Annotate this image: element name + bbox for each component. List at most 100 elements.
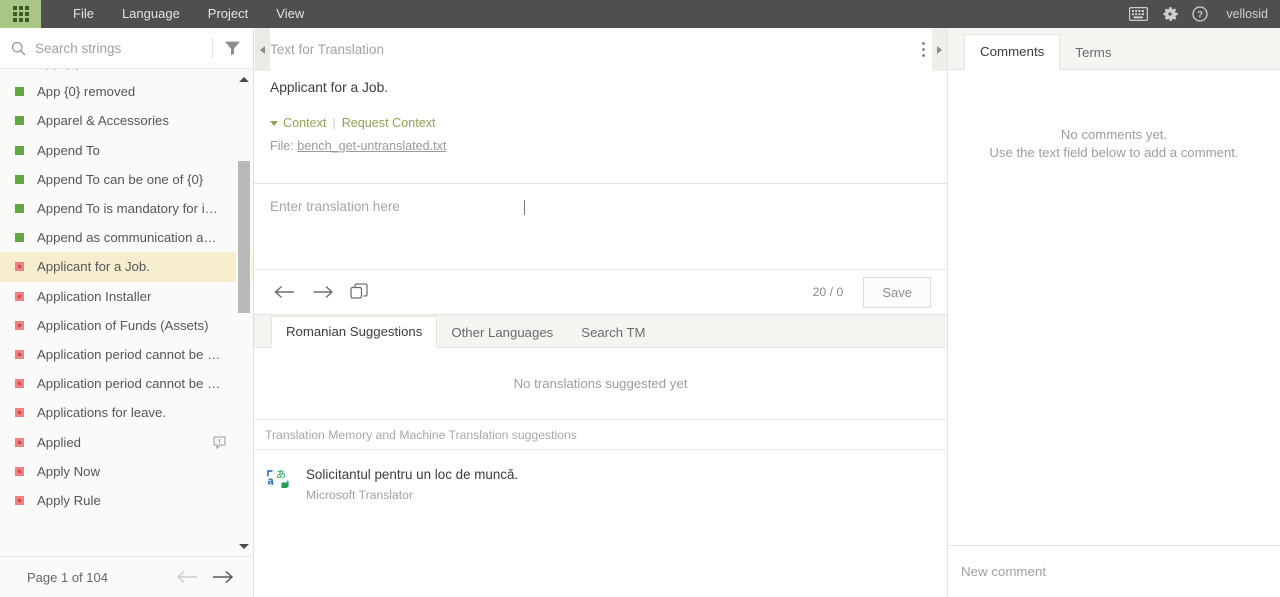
menu-item-language[interactable]: Language xyxy=(108,0,194,28)
status-dot-untranslated xyxy=(15,349,24,359)
search-icon xyxy=(0,41,35,56)
copy-source-icon[interactable] xyxy=(350,282,388,302)
list-item[interactable]: Apply Now xyxy=(0,457,253,486)
pagination-buttons xyxy=(176,570,253,584)
svg-text:a: a xyxy=(268,476,275,488)
status-dot-translated xyxy=(15,145,24,155)
source-text-box: Applicant for a Job. Context | Request C… xyxy=(254,70,947,184)
list-item-label: Append To xyxy=(37,142,100,158)
list-item[interactable]: Append as communication against t... xyxy=(0,223,253,252)
collapse-comments-handle[interactable] xyxy=(932,28,947,71)
list-item-label: Apply Rule xyxy=(37,492,101,508)
previous-string-button[interactable] xyxy=(274,285,312,299)
divider: | xyxy=(332,116,336,130)
file-link[interactable]: bench_get-untranslated.txt xyxy=(297,139,446,153)
chevron-left-icon xyxy=(260,45,265,54)
text-cursor xyxy=(524,200,525,215)
collapse-sidebar-handle[interactable] xyxy=(255,28,270,71)
comment-icon[interactable] xyxy=(213,435,226,449)
list-item-selected[interactable]: Applicant for a Job. xyxy=(0,252,253,282)
tab-search-tm[interactable]: Search TM xyxy=(567,318,659,347)
tm-section-header: Translation Memory and Machine Translati… xyxy=(254,420,947,450)
list-item[interactable]: Applied xyxy=(0,427,253,456)
list-item[interactable]: Append To xyxy=(0,136,253,165)
editor-header: Text for Translation xyxy=(254,28,947,70)
gear-icon[interactable] xyxy=(1162,6,1179,22)
new-comment-input[interactable]: New comment xyxy=(948,545,1280,597)
context-row: Context | Request Context xyxy=(270,116,931,130)
list-item[interactable]: Application period cannot be across ... xyxy=(0,340,253,369)
translation-editor-panel: Text for Translation Applicant for a Job… xyxy=(254,28,947,597)
keyboard-icon[interactable] xyxy=(1129,7,1149,21)
character-counter: 20 / 0 xyxy=(812,285,844,299)
comments-empty-line-2: Use the text field below to add a commen… xyxy=(989,145,1239,160)
prev-page-button[interactable] xyxy=(176,570,199,584)
tab-romanian-suggestions[interactable]: Romanian Suggestions xyxy=(271,315,438,348)
list-item[interactable]: Append To can be one of {0} xyxy=(0,165,253,194)
scroll-up-icon[interactable] xyxy=(236,72,252,86)
strings-list[interactable]: App {0} is not installed App {0} removed… xyxy=(0,69,253,556)
app-launcher-button[interactable] xyxy=(0,0,41,28)
list-item-label: Application period cannot be outsid... xyxy=(37,376,223,392)
user-menu[interactable]: vellosid xyxy=(1222,7,1268,21)
list-item[interactable]: App {0} is not installed xyxy=(0,69,253,77)
top-menu-bar: File Language Project View ? vellosid xyxy=(0,0,1280,28)
status-dot-untranslated xyxy=(15,291,24,301)
comments-empty-state: No comments yet. Use the text field belo… xyxy=(948,70,1280,162)
scrollbar-thumb[interactable] xyxy=(238,161,250,313)
next-page-button[interactable] xyxy=(211,570,234,584)
list-item-label: Application period cannot be across ... xyxy=(37,346,223,362)
list-item[interactable]: App {0} removed xyxy=(0,77,253,106)
pagination-bar: Page 1 of 104 xyxy=(0,556,253,597)
list-item[interactable]: Applications for leave. xyxy=(0,398,253,427)
page-indicator: Page 1 of 104 xyxy=(27,569,108,585)
strings-list-scrollbar[interactable] xyxy=(236,69,252,556)
suggestions-empty-state: No translations suggested yet xyxy=(254,348,947,420)
status-dot-untranslated xyxy=(15,466,24,476)
source-string: Applicant for a Job. xyxy=(270,80,389,95)
menu-item-view[interactable]: View xyxy=(262,0,318,28)
list-item[interactable]: Application of Funds (Assets) xyxy=(0,311,253,340)
list-item-label: Append To can be one of {0} xyxy=(37,171,204,187)
list-item[interactable]: Apparel & Accessories xyxy=(0,106,253,135)
menu-item-project[interactable]: Project xyxy=(194,0,262,28)
status-dot-translated xyxy=(15,87,24,97)
tab-comments[interactable]: Comments xyxy=(964,33,1061,70)
status-dot-untranslated xyxy=(15,408,24,418)
list-item[interactable]: Application period cannot be outsid... xyxy=(0,369,253,398)
list-item-label: Applicant for a Job. xyxy=(37,259,150,275)
next-string-button[interactable] xyxy=(312,285,350,299)
scroll-down-icon[interactable] xyxy=(236,539,252,553)
tm-suggestion-source: Microsoft Translator xyxy=(306,488,414,502)
caret-down-icon[interactable] xyxy=(270,120,278,126)
context-toggle[interactable]: Context xyxy=(283,116,326,130)
page-title: Text for Translation xyxy=(270,41,385,57)
translation-input-area[interactable]: Enter translation here xyxy=(254,184,947,269)
chevron-right-icon xyxy=(937,45,942,54)
status-dot-untranslated xyxy=(15,262,24,272)
list-item-label: Application Installer xyxy=(37,288,152,304)
request-context-link[interactable]: Request Context xyxy=(342,116,436,130)
file-row: File: bench_get-untranslated.txt xyxy=(270,139,931,153)
list-item-label: Append To is mandatory for incomi... xyxy=(37,201,223,217)
status-dot-untranslated xyxy=(15,320,24,330)
list-item-label: Applications for leave. xyxy=(37,405,167,421)
tab-terms[interactable]: Terms xyxy=(1060,36,1126,69)
list-item[interactable]: Append To is mandatory for incomi... xyxy=(0,194,253,223)
comments-panel: Comments Terms No comments yet. Use the … xyxy=(947,28,1280,597)
status-dot-untranslated xyxy=(15,495,24,505)
save-button[interactable]: Save xyxy=(863,276,931,308)
tm-suggestion-text: Solicitantul pentru un loc de muncă. xyxy=(306,467,519,482)
list-item-label: Applied xyxy=(37,434,81,450)
list-item[interactable]: Application Installer xyxy=(0,282,253,311)
menu-item-file[interactable]: File xyxy=(59,0,108,28)
tm-suggestion-item[interactable]: a あ Solicitantul pentru un loc de muncă.… xyxy=(254,450,947,502)
list-item[interactable]: Apply Rule xyxy=(0,486,253,515)
search-input[interactable] xyxy=(35,40,212,56)
main-menu: File Language Project View xyxy=(59,0,318,28)
help-icon[interactable]: ? xyxy=(1192,6,1208,22)
filter-icon[interactable] xyxy=(213,28,253,69)
editor-toolbar: 20 / 0 Save xyxy=(254,269,947,314)
comments-panel-tabs: Comments Terms xyxy=(948,28,1280,70)
tab-other-languages[interactable]: Other Languages xyxy=(437,318,567,347)
